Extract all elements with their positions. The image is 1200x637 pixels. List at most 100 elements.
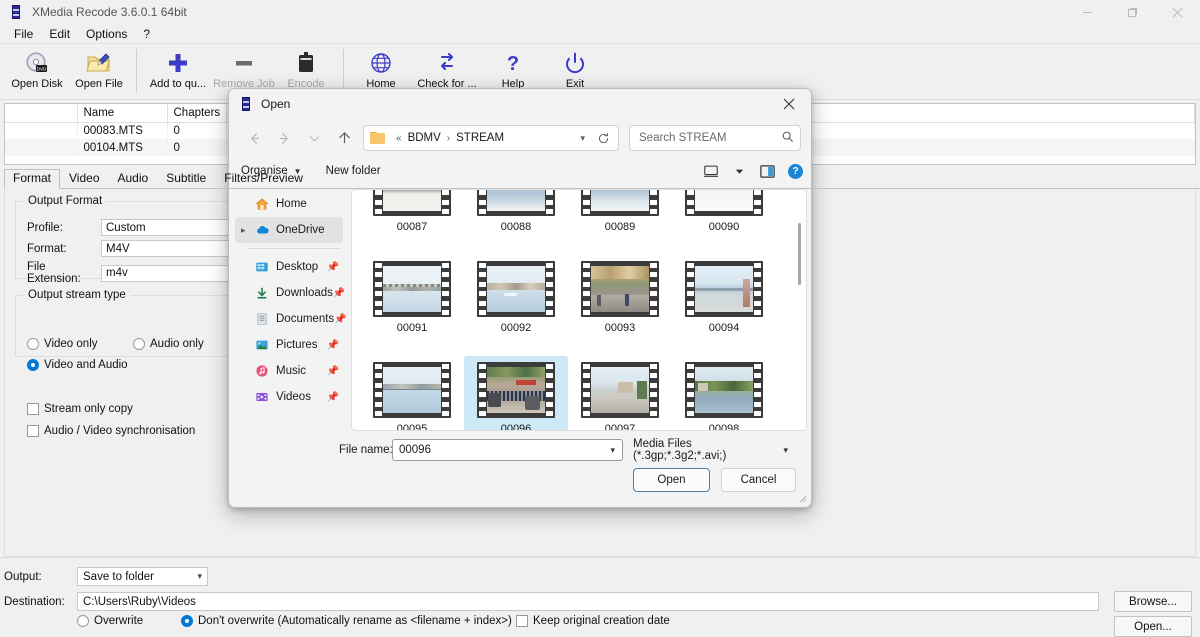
file-item-label: 00095 <box>396 423 428 431</box>
back-arrow-icon[interactable] <box>239 124 269 152</box>
open-disk-button[interactable]: DVD Open Disk <box>6 47 68 90</box>
sidebar-item-pictures[interactable]: Pictures 📌 <box>235 332 343 358</box>
output-mode-select[interactable]: Save to folder ▾ <box>77 567 208 586</box>
tab-filters-preview[interactable]: Filters/Preview <box>215 169 312 188</box>
chevron-down-icon[interactable]: ▾ <box>605 445 620 456</box>
file-item[interactable]: 00094 <box>672 255 776 356</box>
sidebar-item-downloads[interactable]: Downloads 📌 <box>235 280 345 306</box>
radio-overwrite[interactable]: Overwrite <box>77 615 143 627</box>
checkbox-av-sync-box <box>27 425 39 437</box>
tab-format[interactable]: Format <box>4 169 61 189</box>
pin-icon[interactable]: 📌 <box>327 262 339 273</box>
file-name-input[interactable]: 00096 ▾ <box>392 439 623 461</box>
tab-video[interactable]: Video <box>60 169 108 188</box>
pin-icon[interactable]: 📌 <box>327 366 339 377</box>
file-grid-scrollbar[interactable] <box>794 191 805 429</box>
dialog-open-button[interactable]: Open <box>633 468 710 492</box>
menubar: File Edit Options ? <box>0 24 1200 44</box>
exit-button[interactable]: Exit <box>544 47 606 90</box>
pin-icon[interactable]: 📌 <box>327 340 339 351</box>
minimize-button[interactable] <box>1065 0 1110 24</box>
output-mode-value: Save to folder <box>83 570 154 583</box>
file-name-label: File name: <box>339 444 393 456</box>
address-chevron-down-icon[interactable]: ▾ <box>572 133 593 144</box>
menu-file[interactable]: File <box>6 25 41 43</box>
file-item[interactable]: 00098 <box>672 356 776 430</box>
file-item[interactable]: 00097 <box>568 356 672 431</box>
tab-filters-preview-label: Filters/Preview <box>224 171 303 185</box>
breadcrumb-overflow[interactable]: « <box>391 133 407 144</box>
refresh-icon[interactable] <box>593 132 614 145</box>
cell-name: 00104.MTS <box>77 139 168 156</box>
chevron-right-icon[interactable]: ▸ <box>241 225 253 236</box>
radio-overwrite-label: Overwrite <box>94 615 144 627</box>
column-header-blank[interactable] <box>5 104 78 123</box>
up-arrow-icon[interactable] <box>329 124 359 152</box>
check-for-updates-button[interactable]: Check for ... <box>412 47 482 90</box>
column-header-chapters[interactable]: Chapters <box>167 104 228 123</box>
add-to-queue-label: Add to qu... <box>149 78 207 90</box>
help-button[interactable]: ? Help <box>482 47 544 90</box>
tab-audio[interactable]: Audio <box>109 169 158 188</box>
file-item[interactable]: 00089 <box>568 190 672 255</box>
radio-audio-only-label: Audio only <box>150 338 204 350</box>
breadcrumb-bdmv[interactable]: BDMV <box>407 132 442 144</box>
open-file-button[interactable]: Open File <box>68 47 130 90</box>
radio-video-and-audio[interactable]: Video and Audio <box>27 359 128 371</box>
breadcrumb-stream[interactable]: STREAM <box>455 132 505 144</box>
file-item[interactable]: 00090 <box>672 190 776 255</box>
radio-dont-overwrite[interactable]: Don't overwrite (Automatically rename as… <box>181 615 512 627</box>
add-to-queue-button[interactable]: Add to qu... <box>143 47 213 90</box>
file-item[interactable]: 00092 <box>464 255 568 356</box>
close-button[interactable] <box>1155 0 1200 24</box>
tab-video-label: Video <box>69 171 100 185</box>
file-item[interactable]: 00087 <box>360 190 464 255</box>
sidebar-item-onedrive[interactable]: ▸ OneDrive <box>235 217 343 243</box>
search-box[interactable]: Search STREAM <box>629 125 801 151</box>
radio-video-only[interactable]: Video only <box>27 338 98 350</box>
dialog-close-button[interactable] <box>767 89 811 119</box>
menu-options[interactable]: Options <box>78 25 135 43</box>
checkbox-keep-creation-date[interactable]: Keep original creation date <box>516 615 670 627</box>
destination-input[interactable]: C:\Users\Ruby\Videos <box>77 592 1099 611</box>
file-item-selected[interactable]: 00096 <box>464 356 568 430</box>
destination-label: Destination: <box>4 596 65 608</box>
chevron-down-icon[interactable]: ▾ <box>777 445 794 456</box>
toolbar-separator <box>136 49 137 93</box>
open-destination-button[interactable]: Open... <box>1114 616 1192 637</box>
file-item[interactable]: 00093 <box>568 255 672 356</box>
pin-icon[interactable]: 📌 <box>327 392 339 403</box>
pin-icon[interactable]: 📌 <box>333 288 345 299</box>
forward-arrow-icon[interactable] <box>269 124 299 152</box>
scrollbar-thumb[interactable] <box>798 223 801 285</box>
file-item[interactable]: 00095 <box>360 356 464 431</box>
resize-grip-icon[interactable] <box>797 493 807 505</box>
sidebar-item-music[interactable]: Music 📌 <box>235 358 343 384</box>
radio-audio-only[interactable]: Audio only <box>133 338 204 350</box>
checkbox-stream-only-copy[interactable]: Stream only copy <box>27 403 133 415</box>
sidebar-item-documents[interactable]: Documents 📌 <box>235 306 347 332</box>
menu-help[interactable]: ? <box>135 25 158 43</box>
file-item[interactable]: 00091 <box>360 255 464 356</box>
file-grid-view[interactable]: 00087 00088 00089 00090 00091 00092 0009… <box>351 189 807 431</box>
settings-tabstrip: Format Video Audio Subtitle Filters/Prev… <box>4 169 1200 189</box>
tab-subtitle[interactable]: Subtitle <box>157 169 215 188</box>
column-header-name[interactable]: Name <box>77 104 168 123</box>
sidebar-item-videos[interactable]: Videos 📌 <box>235 384 343 410</box>
menu-edit[interactable]: Edit <box>41 25 78 43</box>
file-item-label: 00097 <box>604 423 636 431</box>
file-type-select[interactable]: Media Files (*.3gp;*.3g2;*.avi;) ▾ <box>631 438 796 462</box>
dialog-cancel-button[interactable]: Cancel <box>721 468 796 492</box>
search-input[interactable]: Search STREAM <box>639 132 727 144</box>
sidebar-item-home[interactable]: Home <box>235 191 343 217</box>
sidebar-item-desktop[interactable]: Desktop 📌 <box>235 254 343 280</box>
checkbox-av-sync[interactable]: Audio / Video synchronisation <box>27 425 195 437</box>
home-button[interactable]: Home <box>350 47 412 90</box>
file-item-label: 00088 <box>500 221 532 233</box>
file-item[interactable]: 00088 <box>464 190 568 255</box>
browse-button[interactable]: Browse... <box>1114 591 1192 612</box>
address-bar[interactable]: « BDMV › STREAM ▾ <box>363 125 619 151</box>
maximize-button[interactable] <box>1110 0 1155 24</box>
pin-icon[interactable]: 📌 <box>334 314 346 325</box>
recent-locations-chevron-down-icon[interactable] <box>299 124 329 152</box>
